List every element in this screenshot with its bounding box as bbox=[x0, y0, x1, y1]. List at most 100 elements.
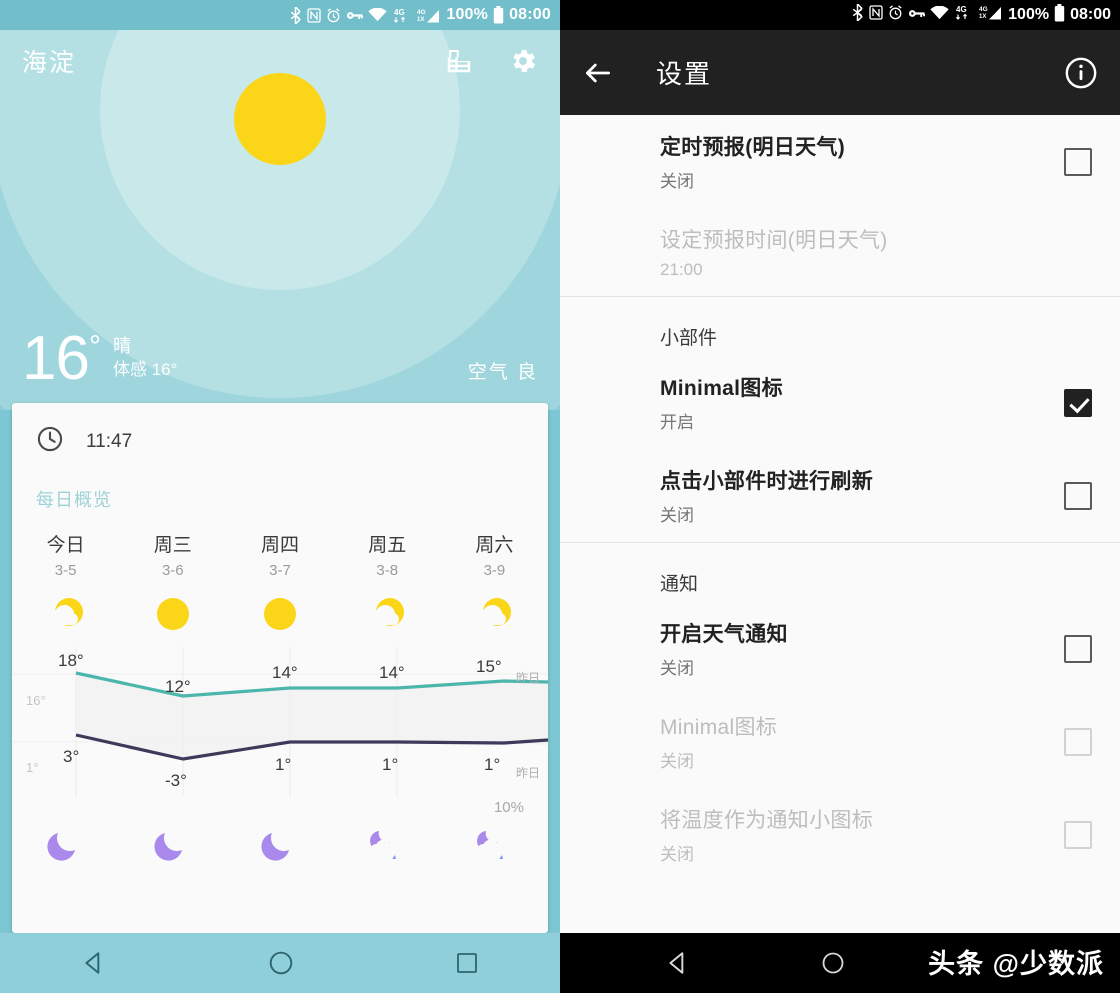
battery-percent-label: 100% bbox=[446, 6, 489, 23]
chart-low-label: 3° bbox=[63, 747, 80, 766]
alarm-icon bbox=[326, 7, 341, 23]
setting-item-minimal-icon-notification: Minimal图标 关闭 bbox=[560, 695, 1120, 788]
svg-text:4G: 4G bbox=[394, 8, 405, 17]
nfc-icon bbox=[869, 5, 883, 25]
day-name: 周四 bbox=[261, 535, 300, 556]
chart-low-label: -3° bbox=[165, 771, 187, 790]
home-nav-icon[interactable] bbox=[268, 950, 294, 976]
feels-like-label: 体感 16° bbox=[112, 360, 178, 379]
mobile-data-4g-icon: 4G bbox=[392, 7, 412, 24]
sunny-icon bbox=[119, 589, 226, 639]
gear-icon[interactable] bbox=[508, 46, 538, 76]
settings-section: 定时预报(明日天气) 关闭 设定预报时间(明日天气) 21:00 bbox=[560, 115, 1120, 297]
day-date: 3-9 bbox=[483, 562, 506, 579]
chart-high-label: 18° bbox=[58, 651, 84, 670]
chart-y-label-high: 16° bbox=[26, 693, 46, 708]
setting-title: 点击小部件时进行刷新 bbox=[660, 470, 873, 493]
chart-high-label: 15° bbox=[476, 657, 502, 676]
svg-text:4G: 4G bbox=[979, 6, 988, 13]
moon-cloud-rain-icon bbox=[441, 825, 548, 867]
settings-status-bar: 4G 4G 1X 100% 08:00 bbox=[560, 0, 1120, 30]
building-icon[interactable] bbox=[444, 46, 474, 76]
setting-title: 设定预报时间(明日天气) bbox=[660, 229, 888, 252]
temperature-side-info: 晴 体感 16° bbox=[113, 334, 177, 382]
setting-checkbox bbox=[1064, 820, 1092, 849]
dual-screenshot: 4G 4G 1X 100% 08:00 海淀 16 ° 晴 体感 16° 空气 … bbox=[0, 0, 1120, 993]
setting-checkbox[interactable] bbox=[1064, 388, 1092, 417]
setting-subtitle: 关闭 bbox=[660, 506, 694, 525]
card-update-time: 11:47 bbox=[86, 430, 133, 452]
temperature-chart: 16° 1° 昨日 昨日 18° 12° 14° 14° 15° 3° -3° … bbox=[12, 647, 548, 861]
setting-checkbox[interactable] bbox=[1064, 481, 1092, 510]
back-nav-icon[interactable] bbox=[81, 950, 107, 976]
recents-nav-icon[interactable] bbox=[455, 951, 479, 975]
city-name-label: 海淀 bbox=[22, 49, 77, 77]
info-icon[interactable] bbox=[1064, 56, 1098, 90]
setting-title: Minimal图标 bbox=[660, 716, 778, 739]
setting-item-refresh-on-tap[interactable]: 点击小部件时进行刷新 关闭 bbox=[560, 449, 1120, 542]
settings-list: 定时预报(明日天气) 关闭 设定预报时间(明日天气) 21:00 小部件 Min… bbox=[560, 115, 1120, 933]
chart-low-label: 1° bbox=[275, 755, 292, 774]
moon-icon bbox=[226, 825, 333, 867]
sunny-icon bbox=[226, 589, 333, 639]
back-arrow-icon[interactable] bbox=[582, 57, 614, 89]
day-date: 3-6 bbox=[161, 562, 184, 579]
clock-icon bbox=[36, 425, 64, 458]
setting-texts: 设定预报时间(明日天气) 21:00 bbox=[660, 224, 1092, 280]
setting-item-forecast-time: 设定预报时间(明日天气) 21:00 bbox=[560, 208, 1120, 296]
air-quality-label: 空气 良 bbox=[467, 362, 538, 383]
vpn-key-icon bbox=[908, 6, 926, 24]
day-name: 今日 bbox=[46, 535, 85, 556]
chart-high-label: 14° bbox=[379, 663, 405, 682]
day-date: 3-8 bbox=[376, 562, 399, 579]
setting-subtitle: 关闭 bbox=[660, 172, 694, 191]
setting-texts: Minimal图标 开启 bbox=[660, 372, 1064, 433]
setting-subtitle: 关闭 bbox=[660, 659, 694, 678]
setting-subtitle: 21:00 bbox=[660, 260, 703, 279]
day-date: 3-5 bbox=[54, 562, 77, 579]
daily-overview-label: 每日概览 bbox=[36, 490, 112, 510]
weather-app-panel: 4G 4G 1X 100% 08:00 海淀 16 ° 晴 体感 16° 空气 … bbox=[0, 0, 560, 993]
back-nav-icon[interactable] bbox=[665, 950, 691, 976]
setting-title: 将温度作为通知小图标 bbox=[660, 809, 873, 832]
forecast-day-column[interactable]: 周六 3-9 bbox=[441, 530, 548, 639]
setting-texts: 定时预报(明日天气) 关闭 bbox=[660, 131, 1064, 192]
settings-page-title: 设置 bbox=[656, 59, 713, 89]
setting-item-scheduled-forecast[interactable]: 定时预报(明日天气) 关闭 bbox=[560, 115, 1120, 208]
weather-app-bar: 海淀 bbox=[0, 30, 560, 92]
settings-panel: 4G 4G 1X 100% 08:00 设置 定时预报(明日天气) 关闭 设定预… bbox=[560, 0, 1120, 993]
setting-subtitle: 关闭 bbox=[660, 845, 694, 864]
day-name: 周三 bbox=[153, 535, 192, 556]
setting-texts: 点击小部件时进行刷新 关闭 bbox=[660, 465, 1064, 526]
chart-low-label: 1° bbox=[382, 755, 399, 774]
setting-checkbox[interactable] bbox=[1064, 634, 1092, 663]
forecast-day-column[interactable]: 今日 3-5 bbox=[12, 530, 119, 639]
settings-toolbar: 设置 bbox=[560, 30, 1120, 115]
status-clock: 08:00 bbox=[1070, 6, 1111, 23]
forecast-day-column[interactable]: 周四 3-7 bbox=[226, 530, 333, 639]
forecast-day-column[interactable]: 周三 3-6 bbox=[119, 530, 226, 639]
weather-condition-label: 晴 bbox=[112, 336, 131, 356]
setting-title: Minimal图标 bbox=[660, 377, 783, 400]
setting-item-minimal-icon-widget[interactable]: Minimal图标 开启 bbox=[560, 356, 1120, 449]
home-nav-icon[interactable] bbox=[821, 951, 845, 975]
day-name: 周六 bbox=[475, 535, 514, 556]
partly-cloudy-icon bbox=[334, 589, 441, 639]
setting-checkbox[interactable] bbox=[1064, 147, 1092, 176]
nfc-icon bbox=[307, 7, 321, 23]
settings-nav-bar: 头条 @少数派 bbox=[560, 933, 1120, 993]
setting-texts: 开启天气通知 关闭 bbox=[660, 618, 1064, 679]
bluetooth-icon bbox=[289, 6, 302, 24]
setting-texts: 将温度作为通知小图标 关闭 bbox=[660, 804, 1064, 865]
daily-overview-card: 11:47 每日概览 今日 3-5 周三 3-6 周四 3-7 周五 3-8 周… bbox=[12, 403, 548, 933]
forecast-day-column[interactable]: 周五 3-8 bbox=[334, 530, 441, 639]
chart-y-label-low: 1° bbox=[26, 760, 39, 775]
moon-cloud-rain-icon bbox=[334, 825, 441, 867]
battery-icon bbox=[1054, 3, 1065, 27]
chart-yesterday-high: 昨日 bbox=[515, 671, 540, 685]
svg-text:4G: 4G bbox=[956, 5, 967, 14]
moon-icon bbox=[12, 825, 119, 867]
setting-item-enable-weather-notification[interactable]: 开启天气通知 关闭 bbox=[560, 602, 1120, 695]
weather-status-bar: 4G 4G 1X 100% 08:00 bbox=[0, 0, 560, 30]
vpn-key-icon bbox=[346, 10, 364, 21]
